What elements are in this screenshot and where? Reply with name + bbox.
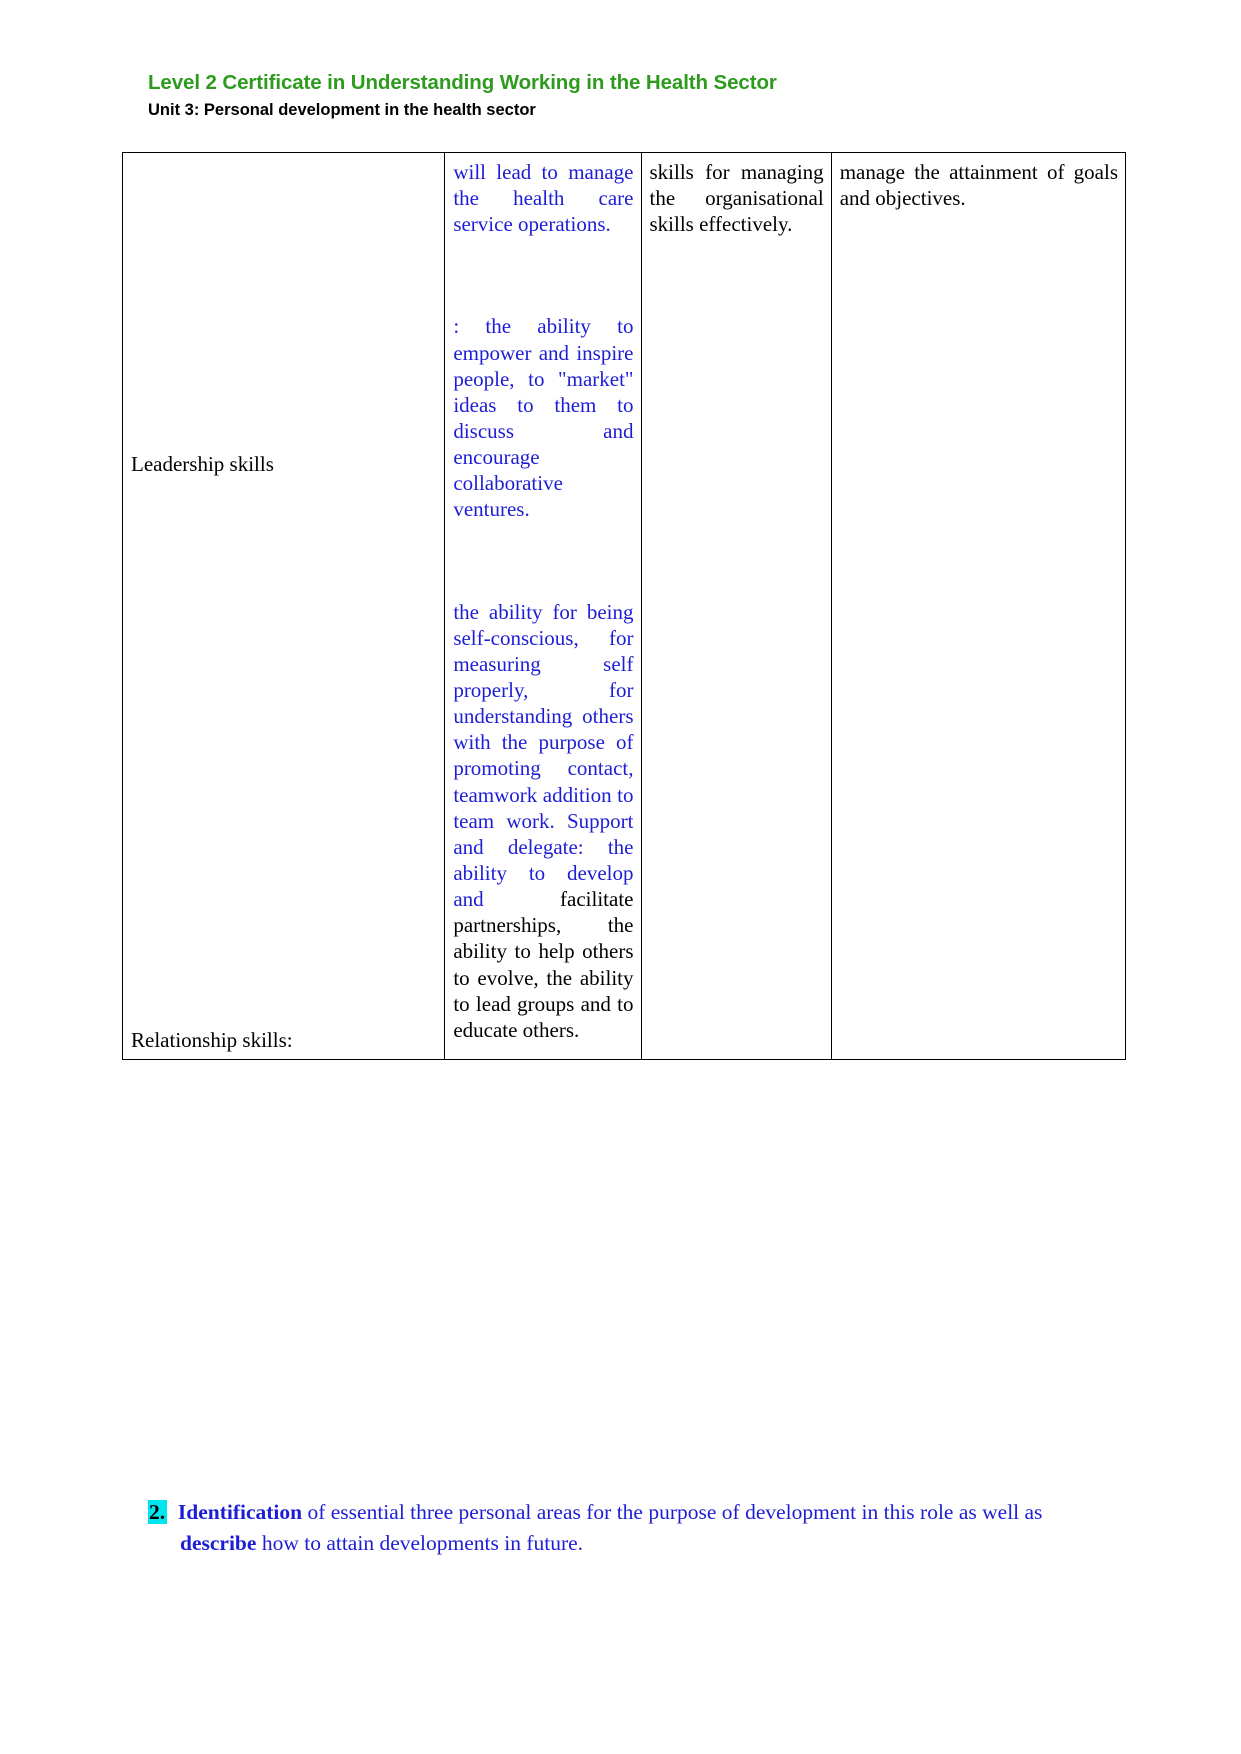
text-managing-organisational-skills: skills for managing the organisational s…	[649, 160, 824, 237]
label-leadership-skills: Leadership skills	[131, 452, 274, 476]
paragraph-text-part-1: of essential three personal areas for th…	[302, 1500, 954, 1524]
desc-leadership-definition: : the ability to empower and inspire peo…	[453, 314, 634, 522]
document-page: Level 2 Certificate in Understanding Wor…	[0, 0, 1241, 1754]
desc-relationship-definition: the ability for being self-conscious, fo…	[453, 599, 633, 1043]
bold-identification: Identification	[177, 1500, 303, 1524]
bold-describe: describe	[180, 1530, 257, 1555]
course-title: Level 2 Certificate in Understanding Wor…	[148, 71, 777, 94]
cell-spacer	[453, 237, 633, 313]
list-number-highlight: 2.	[148, 1500, 168, 1524]
label-relationship-skills: Relationship skills:	[131, 1028, 293, 1053]
cell-skill-descriptions: will lead to manage the health care serv…	[444, 151, 642, 1061]
skills-table: Leadership skills Relationship skills: w…	[121, 151, 1127, 1061]
unit-subtitle: Unit 3: Personal development in the heal…	[148, 100, 536, 119]
paragraph-line-block: 2. Identification of essential three per…	[148, 1497, 1098, 1558]
document-header: Level 2 Certificate in Understanding Wor…	[148, 70, 1098, 121]
cell-skill-labels: Leadership skills Relationship skills:	[121, 151, 446, 1061]
cell-organisational-skills: skills for managing the organisational s…	[640, 151, 832, 1061]
table-row: Leadership skills Relationship skills: w…	[121, 151, 1127, 1061]
desc-relationship-blue: the ability for being self-conscious, fo…	[453, 599, 634, 912]
cell-goal-attainment: manage the attainment of goals and objec…	[830, 151, 1127, 1061]
paragraph-text-part-3: how to attain developments in future.	[256, 1530, 584, 1555]
numbered-paragraph-2: 2. Identification of essential three per…	[148, 1497, 1098, 1558]
desc-manage-operations: will lead to manage the health care serv…	[453, 160, 634, 237]
text-manage-attainment: manage the attainment of goals and objec…	[839, 160, 1118, 211]
paragraph-text-part-2: as well as	[958, 1500, 1043, 1524]
cell-spacer-2	[453, 523, 633, 599]
